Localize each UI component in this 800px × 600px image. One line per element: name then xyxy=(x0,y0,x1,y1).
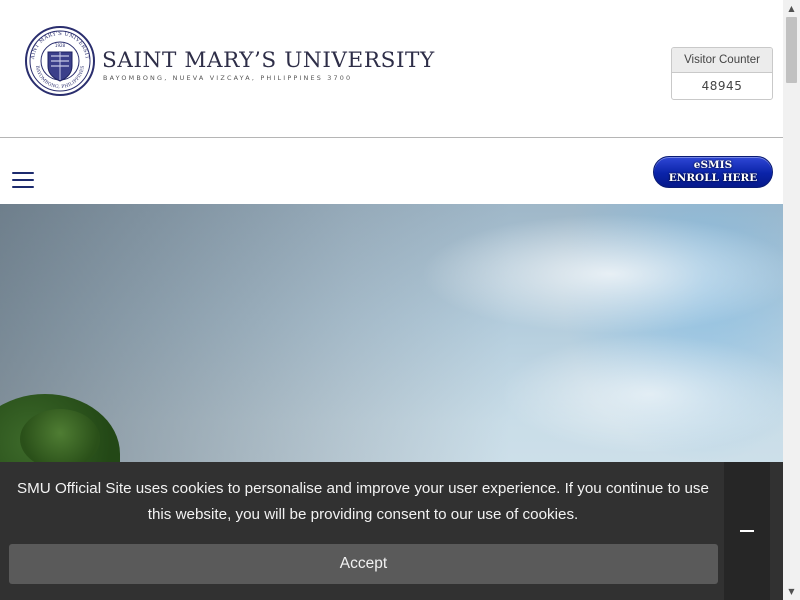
scrollbar-thumb[interactable] xyxy=(786,17,797,83)
site-header: 1928 SAINT MARY'S UNIVERSITY BAYOMBONG, … xyxy=(0,0,783,138)
esmis-enroll-button[interactable]: eSMIS ENROLL HERE xyxy=(653,156,773,188)
university-name[interactable]: SAINT MARY’S UNIVERSITY xyxy=(102,48,435,73)
university-location: BAYOMBONG, NUEVA VIZCAYA, PHILIPPINES 37… xyxy=(103,74,353,82)
university-seal-logo[interactable]: 1928 SAINT MARY'S UNIVERSITY BAYOMBONG, … xyxy=(24,26,96,96)
cookie-message: SMU Official Site uses cookies to person… xyxy=(17,480,709,523)
enroll-button-line2: ENROLL HERE xyxy=(668,172,758,184)
visitor-counter-title: Visitor Counter xyxy=(672,48,772,73)
accept-cookies-button[interactable]: Accept xyxy=(9,544,718,584)
vertical-scrollbar[interactable]: ▲ ▼ xyxy=(783,0,800,600)
hamburger-menu-icon[interactable] xyxy=(12,172,34,188)
minimize-icon xyxy=(740,530,754,532)
hamburger-line xyxy=(12,172,34,174)
hamburger-line xyxy=(12,186,34,188)
scroll-down-arrow-icon[interactable]: ▼ xyxy=(783,583,800,600)
hamburger-line xyxy=(12,179,34,181)
enroll-button-line1: eSMIS xyxy=(693,159,733,171)
visitor-counter: Visitor Counter 48945 xyxy=(671,47,773,100)
hero-cloud xyxy=(500,334,783,454)
hero-trees xyxy=(20,409,100,469)
cookie-close-button[interactable] xyxy=(724,462,770,600)
hero-cloud xyxy=(420,214,783,334)
visitor-counter-value: 48945 xyxy=(701,79,743,93)
svg-text:1928: 1928 xyxy=(55,43,66,48)
scroll-up-arrow-icon[interactable]: ▲ xyxy=(783,0,800,17)
cookie-consent-banner: SMU Official Site uses cookies to person… xyxy=(0,462,783,600)
